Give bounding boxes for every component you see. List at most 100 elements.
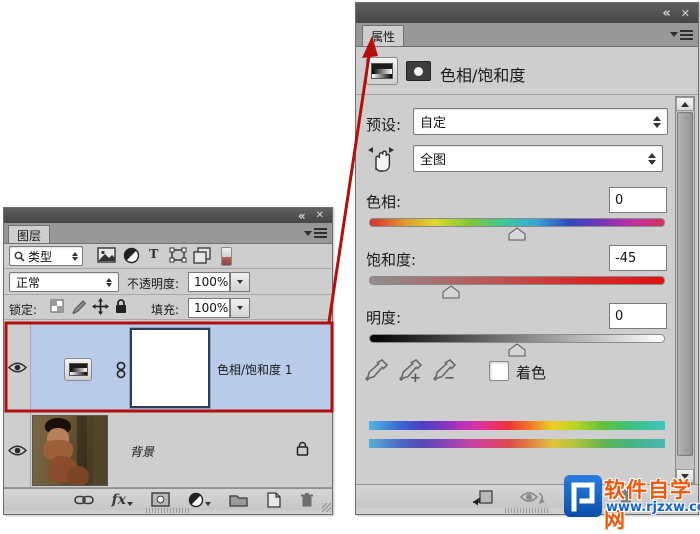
subtract-eyedropper-tool[interactable]: −	[432, 357, 458, 385]
triangle-down-icon	[237, 306, 243, 310]
layer-name[interactable]: 背景	[130, 443, 154, 460]
collapse-panel-icon[interactable]: «	[662, 7, 670, 20]
channel-value: 全图	[420, 149, 446, 168]
mask-link-icon[interactable]	[115, 361, 127, 379]
eyedropper-tool[interactable]	[364, 357, 390, 385]
image-icon	[97, 247, 116, 263]
hue-slider-thumb[interactable]	[508, 227, 526, 241]
adjustment-layer-thumbnail[interactable]	[64, 358, 92, 381]
lock-icon	[114, 298, 128, 315]
updown-arrows-icon	[648, 153, 656, 165]
filter-on-off-toggle[interactable]	[221, 247, 232, 266]
lightness-slider-thumb[interactable]	[508, 343, 526, 357]
lightness-slider[interactable]	[369, 334, 665, 343]
hue-slider[interactable]	[369, 218, 665, 227]
visibility-cell[interactable]	[4, 324, 31, 411]
layer-style-button[interactable]: fx	[109, 492, 136, 508]
scrollbar-thumb[interactable]	[677, 112, 693, 456]
triangle-up-icon	[681, 102, 689, 107]
tab-layers[interactable]: 图层	[8, 225, 50, 243]
preset-dropdown[interactable]: 自定	[413, 108, 668, 135]
fill-dropdown-button[interactable]	[230, 298, 250, 318]
filter-adjustment-layers-button[interactable]	[120, 247, 143, 264]
filter-smart-objects-button[interactable]	[190, 247, 214, 264]
half-circle-icon	[188, 492, 204, 508]
close-panel-icon[interactable]: ✕	[681, 8, 690, 19]
panel-resize-grip[interactable]	[505, 508, 549, 513]
lightness-input[interactable]	[609, 303, 667, 329]
saturation-slider[interactable]	[369, 276, 665, 285]
properties-titlebar: « ✕	[356, 3, 698, 23]
hue-input[interactable]	[609, 187, 667, 213]
watermark-logo	[564, 475, 602, 517]
saturation-label: 饱和度:	[366, 249, 416, 270]
layer-name[interactable]: 色相/饱和度 1	[217, 361, 293, 378]
blend-mode-value: 正常	[16, 274, 40, 291]
hue-spectrum-top	[369, 421, 665, 430]
corner-resize-grip[interactable]	[322, 503, 331, 512]
add-eyedropper-tool[interactable]: +	[398, 357, 424, 385]
opacity-dropdown-button[interactable]	[230, 272, 250, 292]
fx-icon: fx	[112, 492, 126, 508]
view-previous-state-button[interactable]	[516, 488, 550, 506]
type-icon: T	[149, 247, 158, 263]
close-panel-icon[interactable]: ✕	[316, 211, 324, 221]
targeted-adjustment-tool[interactable]	[364, 141, 398, 175]
layer-row-background[interactable]: 背景	[4, 413, 332, 488]
eye-icon	[8, 444, 27, 457]
delete-layer-button[interactable]	[296, 492, 318, 508]
panel-menu-button[interactable]	[304, 228, 327, 238]
add-layer-mask-button[interactable]	[148, 492, 173, 507]
lock-transparency-button[interactable]	[47, 299, 67, 313]
filter-shape-layers-button[interactable]	[166, 247, 190, 263]
visibility-cell[interactable]	[4, 413, 31, 487]
new-adjustment-layer-button[interactable]	[185, 492, 214, 508]
filter-pixel-layers-button[interactable]	[94, 247, 119, 263]
filter-kind-dropdown[interactable]: 类型	[9, 246, 83, 266]
fill-input[interactable]	[188, 298, 230, 318]
new-group-button[interactable]	[226, 493, 251, 507]
layer-row-hue-saturation[interactable]: 色相/饱和度 1	[4, 324, 332, 412]
triangle-down-icon	[127, 502, 133, 506]
new-layer-icon	[266, 492, 281, 508]
tab-properties[interactable]: 属性	[362, 25, 404, 46]
new-layer-button[interactable]	[263, 492, 284, 508]
updown-arrows-icon	[106, 278, 112, 287]
scroll-up-button[interactable]	[676, 97, 694, 111]
hue-saturation-adjustment-icon	[366, 57, 398, 85]
panel-menu-button[interactable]	[670, 30, 693, 40]
lock-pixels-button[interactable]	[68, 299, 90, 315]
eye-arrow-icon	[519, 488, 547, 506]
colorize-checkbox[interactable]	[489, 361, 509, 381]
half-circle-icon	[123, 247, 140, 264]
add-mask-icon	[151, 492, 170, 507]
clip-to-layer-button[interactable]	[468, 488, 498, 506]
hand-icon	[364, 141, 398, 175]
link-icon	[74, 494, 94, 506]
layer-mask-thumbnail[interactable]	[130, 328, 210, 408]
saturation-input[interactable]	[609, 245, 667, 271]
filter-type-layers-button[interactable]: T	[146, 247, 161, 263]
chevron-down-icon	[670, 32, 678, 37]
triangle-down-icon	[237, 280, 243, 284]
layers-list: 色相/饱和度 1 背景	[4, 320, 332, 488]
blend-mode-dropdown[interactable]: 正常	[9, 272, 119, 292]
link-layers-button[interactable]	[71, 494, 97, 506]
checkerboard-icon	[50, 299, 64, 313]
collapse-panel-icon[interactable]: «	[298, 210, 306, 222]
adjustment-header: 色相/饱和度	[356, 47, 698, 95]
opacity-input[interactable]	[188, 272, 230, 292]
watermark: 软件自学网 www.rjzxw.com	[560, 468, 700, 523]
move-icon	[92, 298, 109, 315]
plus-glyph: +	[410, 371, 421, 386]
fill-label: 填充:	[151, 301, 179, 318]
lock-position-button[interactable]	[89, 298, 112, 315]
properties-scrollbar[interactable]	[675, 96, 695, 484]
lock-all-button[interactable]	[111, 298, 131, 315]
channel-dropdown[interactable]: 全图	[413, 145, 663, 172]
panel-resize-grip[interactable]	[146, 508, 190, 513]
saturation-slider-thumb[interactable]	[442, 285, 460, 299]
colorize-label: 着色	[516, 362, 546, 383]
folder-icon	[229, 493, 248, 507]
background-layer-thumbnail[interactable]	[32, 415, 108, 486]
